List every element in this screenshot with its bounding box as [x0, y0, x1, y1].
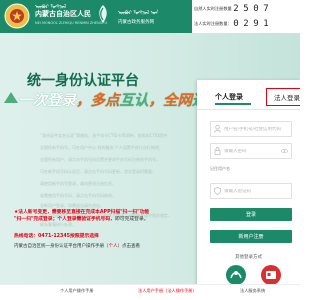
hotline-text: 热线电话：0471-12345按照提示选择	[14, 234, 99, 239]
login-button[interactable]: 登录	[210, 208, 292, 221]
slogan-part: 登录	[47, 93, 76, 109]
slogan-part: 互认	[119, 93, 149, 109]
social-security-card-icon[interactable]	[260, 264, 282, 286]
count-digit: 5	[242, 3, 250, 15]
count-digit: 9	[252, 18, 260, 30]
count-digit: 0	[232, 18, 240, 30]
count-digit: 0	[252, 3, 260, 15]
tab-legal-login[interactable]: 法人登录	[266, 88, 300, 106]
legal-person-stat-row: 法人实时注册数量： 0 2 9 1	[192, 17, 300, 31]
platform-name-mongolian: ᠥᠪᠥᠷ ᠮᠣᠩᠭᠣᠯ ᠤᠨ	[118, 10, 159, 16]
notice-line: 全国所有手机号，可在用户中心-我的服务-个人设置中进行自行修改；	[40, 145, 163, 150]
other-login-label: 其他登录方式	[235, 255, 262, 260]
login-card: 个人登录 法人登录 记住用户名 登录 新用户注册	[197, 80, 300, 300]
natural-person-stat-row: 自然人实时注册数量： 2 5 0 7	[192, 2, 300, 16]
nav-legal-manual[interactable]: 法人用户手册（法人操作手册）	[138, 288, 197, 294]
banner-title: 统一身份认证平台	[27, 73, 139, 89]
password-field	[210, 143, 292, 159]
captcha-field	[210, 183, 292, 199]
mengsuban-scan-icon[interactable]	[225, 264, 247, 286]
slogan-part: ，全网	[148, 93, 193, 109]
legal-person-stat-label: 法人实时注册数量：	[194, 21, 232, 26]
count-digit: 2	[232, 3, 240, 15]
remember-username-checkbox[interactable]: 记住用户名	[210, 166, 230, 171]
nav-personal-manual[interactable]: 个人用户操作手册	[60, 288, 94, 294]
legal-person-count: 0 2 9 1	[232, 18, 270, 30]
captcha-input[interactable]	[224, 188, 288, 194]
register-button[interactable]: 新用户注册	[210, 230, 292, 243]
username-input[interactable]	[224, 126, 288, 132]
platform-logo-icon	[99, 5, 107, 23]
lock-icon	[211, 144, 224, 158]
tab-personal-login[interactable]: 个人登录	[215, 92, 243, 102]
slogan-part: ，多点	[76, 93, 120, 109]
page: ᠥᠪᠥᠷ ᠮᠣᠩᠭᠣᠯ 内蒙古自治区人民政府 NEI MONGOL ZIZHIQ…	[0, 0, 300, 300]
qr-notice-text: "扫一扫"完成登录；个人登录需验证手机号码，	[14, 217, 115, 222]
slogan-part: 一次	[18, 93, 47, 109]
qr-login-notice: ★法人新号变更，需要移至直接在完成本APP扫描"扫一扫"功能 "扫一扫"完成登录…	[14, 209, 180, 223]
remember-row: 记住用户名	[210, 166, 230, 172]
national-emblem-icon	[4, 3, 30, 29]
natural-person-stat-label: 自然人实时注册数量：	[194, 6, 236, 11]
count-digit: 7	[262, 3, 270, 15]
footnote-link[interactable]: 个人	[109, 244, 118, 249]
banner-slogan: 一次登录，多点互认，全网通行	[18, 89, 221, 110]
notice-line: 可在新手机号码认证后，请点击手机号码更新，首次登录时需要；	[40, 169, 156, 174]
natural-person-count: 2 5 0 7	[232, 3, 270, 15]
show-password-icon[interactable]	[281, 148, 288, 154]
nav-legal-system[interactable]: 法人服务系统	[240, 288, 265, 294]
notice-line: “身份证件实名认证”等服务，选手机号CTID卡等两种，依照如CTID提供	[40, 133, 168, 138]
qr-notice-text: 即可完成登录。	[114, 217, 149, 222]
header-bar: ᠥᠪᠥᠷ ᠮᠣᠩᠭᠣᠯ 内蒙古自治区人民政府 NEI MONGOL ZIZHIQ…	[0, 0, 300, 33]
active-tab-indicator	[215, 103, 251, 105]
qr-notice-text: ★法人新号变更，需要移至直接在完成本APP扫描"扫一扫"功能	[14, 210, 150, 215]
platform-name: 内蒙古政务服务网	[118, 20, 154, 25]
footnote-text: 内蒙古自治区统一身份认证平台用户操作手册（	[14, 244, 109, 249]
count-digit: 2	[242, 18, 250, 30]
notice-line: 全国所有用户，请点击手机号码设置并更改手机号码为新的手机号，	[40, 157, 160, 162]
password-input[interactable]	[224, 148, 288, 154]
user-icon	[211, 122, 224, 136]
bottom-nav: 个人用户操作手册 法人用户手册（法人操作手册） 法人服务系统	[0, 284, 300, 300]
username-field	[210, 121, 292, 137]
notice-line: 请使用新手机号登录，请勿更改注册信息，	[40, 181, 116, 186]
footnote-text: ）点击查看	[117, 244, 141, 249]
tab-divider	[197, 109, 300, 110]
gov-name: 内蒙古自治区人民政府	[35, 10, 91, 18]
notice-line: 若需使用手机号码，请点击手机号码修改，	[40, 193, 116, 198]
registration-stats: 自然人实时注册数量： 2 5 0 7 法人实时注册数量： 0 2 9 1	[192, 0, 300, 33]
shield-icon	[211, 184, 224, 198]
count-digit: 1	[262, 18, 270, 30]
manual-footnote: 内蒙古自治区统一身份认证平台用户操作手册（个人）点击查看	[14, 243, 184, 250]
